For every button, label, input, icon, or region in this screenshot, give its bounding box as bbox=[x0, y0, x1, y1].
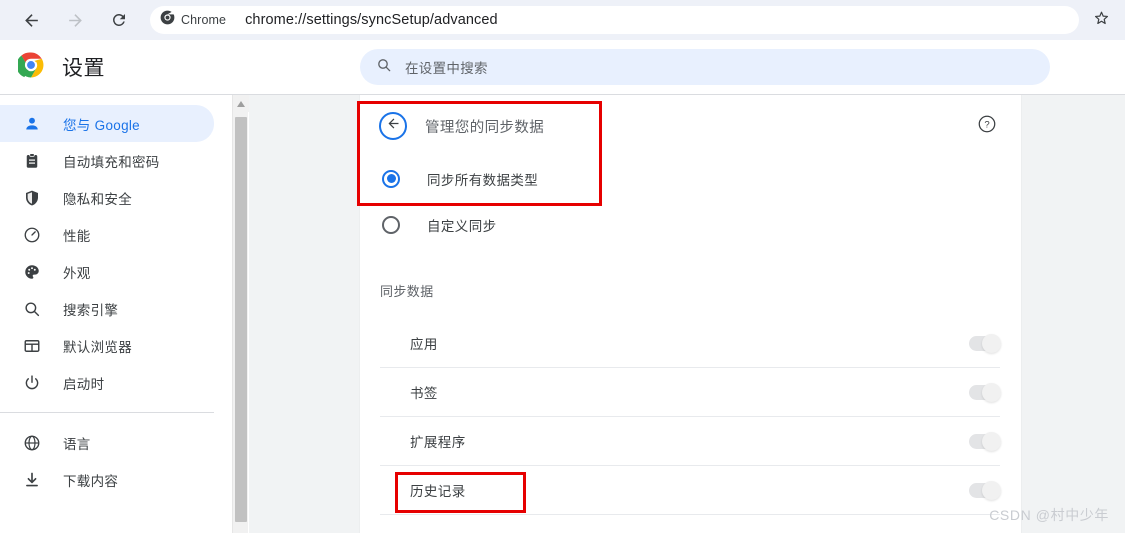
page-title: 设置 bbox=[62, 57, 105, 80]
speedometer-icon bbox=[22, 225, 42, 245]
sync-row-label: 书签 bbox=[410, 386, 438, 401]
sync-row-label: 扩展程序 bbox=[410, 435, 466, 450]
sidebar-item-privacy-security[interactable]: 隐私和安全 bbox=[0, 179, 214, 216]
chrome-logo-color-icon bbox=[16, 51, 44, 83]
sync-row-bookmarks[interactable]: 书签 bbox=[380, 368, 1001, 417]
power-icon bbox=[22, 373, 42, 393]
sync-toggle-apps[interactable] bbox=[969, 333, 1001, 353]
sync-settings-card: 管理您的同步数据 ? 同步所有数据类型 自定义同步 同步数据 应用 书签 扩展程… bbox=[360, 95, 1021, 533]
address-bar-url[interactable]: chrome://settings/syncSetup/advanced bbox=[245, 12, 498, 28]
sync-data-type-list: 应用 书签 扩展程序 历史记录 bbox=[360, 319, 1021, 515]
reload-icon bbox=[110, 11, 128, 29]
sidebar-item-on-startup[interactable]: 启动时 bbox=[0, 364, 214, 401]
sync-row-label: 应用 bbox=[410, 337, 438, 352]
arrow-right-icon bbox=[66, 11, 85, 30]
search-placeholder: 在设置中搜索 bbox=[405, 61, 488, 76]
globe-icon bbox=[22, 433, 42, 453]
sidebar-item-you-and-google[interactable]: 您与 Google bbox=[0, 105, 214, 142]
arrow-left-icon bbox=[386, 116, 401, 136]
sidebar-item-label: 外观 bbox=[63, 265, 91, 281]
svg-text:?: ? bbox=[984, 119, 989, 130]
browser-forward-button[interactable] bbox=[60, 5, 90, 35]
sidebar-item-label: 下载内容 bbox=[63, 473, 119, 489]
browser-toolbar: Chrome chrome://settings/syncSetup/advan… bbox=[0, 0, 1125, 40]
bookmark-button[interactable] bbox=[1087, 6, 1115, 34]
sidebar-item-label: 语言 bbox=[63, 436, 91, 452]
sidebar-item-appearance[interactable]: 外观 bbox=[0, 253, 214, 290]
sidebar-item-search-engine[interactable]: 搜索引擎 bbox=[0, 290, 214, 327]
radio-sync-everything[interactable]: 同步所有数据类型 bbox=[360, 157, 1021, 200]
sidebar-item-default-browser[interactable]: 默认浏览器 bbox=[0, 327, 214, 364]
radio-customize-sync[interactable]: 自定义同步 bbox=[360, 200, 1021, 250]
search-icon bbox=[22, 299, 42, 319]
sidebar-item-label: 启动时 bbox=[63, 376, 105, 392]
sync-row-apps[interactable]: 应用 bbox=[380, 319, 1001, 368]
settings-main: 管理您的同步数据 ? 同步所有数据类型 自定义同步 同步数据 应用 书签 扩展程… bbox=[249, 95, 1125, 533]
radio-label: 自定义同步 bbox=[427, 219, 497, 234]
settings-brand: 设置 bbox=[0, 51, 360, 83]
sync-toggle-history[interactable] bbox=[969, 480, 1001, 500]
sidebar-item-label: 默认浏览器 bbox=[63, 339, 132, 355]
clipboard-icon bbox=[22, 151, 42, 171]
shield-icon bbox=[22, 188, 42, 208]
help-button[interactable]: ? bbox=[976, 115, 998, 137]
sync-data-section-label: 同步数据 bbox=[380, 284, 434, 299]
sidebar-scrollbar-thumb[interactable] bbox=[235, 117, 247, 522]
settings-sidebar: 您与 Google 自动填充和密码 隐私和安全 性能 外观 搜索引擎 默认浏览器… bbox=[0, 95, 232, 533]
sidebar-item-autofill-passwords[interactable]: 自动填充和密码 bbox=[0, 142, 214, 179]
sync-row-extensions[interactable]: 扩展程序 bbox=[380, 417, 1001, 466]
sidebar-scrollbar[interactable] bbox=[232, 95, 249, 533]
omnibox-chrome-chip-label: Chrome bbox=[181, 13, 227, 27]
sidebar-item-label: 性能 bbox=[63, 228, 91, 244]
sidebar-separator bbox=[0, 412, 214, 413]
person-icon bbox=[22, 114, 42, 134]
download-icon bbox=[22, 470, 42, 490]
help-circle-icon: ? bbox=[977, 114, 997, 139]
sidebar-item-label: 自动填充和密码 bbox=[63, 154, 160, 170]
sync-row-label: 历史记录 bbox=[410, 484, 466, 499]
browser-reload-button[interactable] bbox=[104, 5, 134, 35]
palette-icon bbox=[22, 262, 42, 282]
sidebar-item-performance[interactable]: 性能 bbox=[0, 216, 214, 253]
sync-toggle-bookmarks[interactable] bbox=[969, 382, 1001, 402]
search-input[interactable]: 在设置中搜索 bbox=[360, 49, 1050, 85]
sidebar-item-downloads[interactable]: 下载内容 bbox=[0, 461, 214, 498]
radio-label: 同步所有数据类型 bbox=[427, 172, 539, 188]
address-bar[interactable]: Chrome chrome://settings/syncSetup/advan… bbox=[150, 6, 1079, 34]
chrome-logo-icon bbox=[160, 10, 175, 30]
settings-header: 设置 在设置中搜索 bbox=[0, 40, 1125, 94]
watermark: CSDN @村中少年 bbox=[989, 507, 1109, 523]
omnibox-chrome-chip[interactable]: Chrome bbox=[154, 9, 236, 31]
sync-toggle-extensions[interactable] bbox=[969, 431, 1001, 451]
arrow-left-icon bbox=[22, 11, 41, 30]
browser-back-button[interactable] bbox=[16, 5, 46, 35]
sidebar-item-label: 搜索引擎 bbox=[63, 302, 119, 318]
sync-card-header: 管理您的同步数据 ? bbox=[360, 95, 1021, 157]
settings-search-wrap: 在设置中搜索 bbox=[360, 49, 1125, 85]
back-button[interactable] bbox=[379, 112, 407, 140]
star-icon bbox=[1093, 9, 1110, 31]
sync-page-title: 管理您的同步数据 bbox=[425, 119, 545, 136]
scroll-up-arrow-icon[interactable] bbox=[233, 95, 249, 112]
search-icon bbox=[376, 57, 392, 78]
browser-window-icon bbox=[22, 336, 42, 356]
radio-unselected-icon bbox=[382, 216, 400, 234]
sidebar-item-label: 您与 Google bbox=[63, 117, 140, 133]
radio-selected-icon bbox=[382, 169, 400, 188]
sidebar-item-languages[interactable]: 语言 bbox=[0, 424, 214, 461]
sidebar-item-label: 隐私和安全 bbox=[63, 191, 132, 207]
sync-row-history[interactable]: 历史记录 bbox=[380, 466, 1001, 515]
